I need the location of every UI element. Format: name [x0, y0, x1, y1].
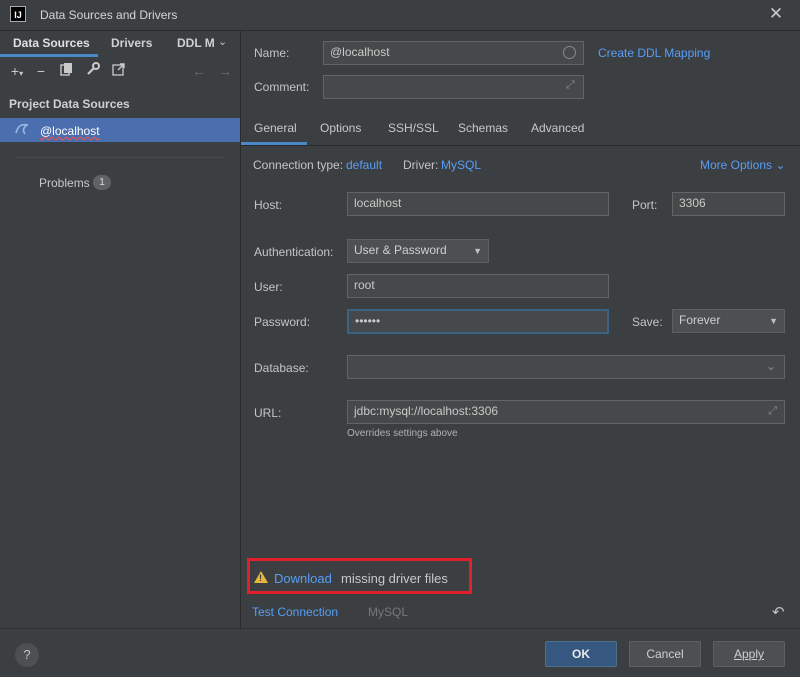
wrench-icon[interactable] [84, 62, 102, 80]
problems-count-badge: 1 [93, 175, 111, 190]
connection-type-label: Connection type: [253, 158, 344, 172]
missing-driver-text: missing driver files [341, 571, 448, 586]
expand-icon[interactable]: ⤢ [768, 405, 777, 418]
port-label: Port: [632, 198, 658, 212]
dropdown-arrow-icon: ▼ [769, 316, 778, 326]
comment-label: Comment: [254, 80, 310, 94]
app-logo-icon: IJ [10, 6, 26, 22]
comment-input[interactable] [323, 75, 584, 99]
project-data-sources-heading: Project Data Sources [9, 97, 130, 111]
warning-icon-mark: ! [259, 573, 262, 583]
data-source-label[interactable]: @localhost [40, 124, 100, 138]
create-ddl-mapping-link[interactable]: Create DDL Mapping [598, 46, 710, 60]
port-input[interactable]: 3306 [672, 192, 785, 216]
password-input[interactable]: •••••• [347, 309, 609, 334]
tabs-divider [241, 145, 800, 146]
forward-arrow-icon[interactable]: → [216, 62, 234, 80]
tab-advanced[interactable]: Advanced [531, 121, 584, 135]
url-label: URL: [254, 406, 282, 420]
chevron-down-icon[interactable]: ⌄ [218, 35, 227, 48]
active-tab-indicator [0, 54, 98, 57]
problems-item[interactable]: Problems [39, 176, 90, 190]
remove-icon[interactable]: − [32, 62, 50, 80]
tab-data-sources[interactable]: Data Sources [13, 36, 90, 56]
apply-button[interactable]: Apply [713, 641, 785, 667]
window-title: Data Sources and Drivers [40, 8, 178, 22]
duplicate-icon[interactable] [58, 62, 76, 80]
host-input[interactable]: localhost [347, 192, 609, 216]
authentication-select[interactable]: User & Password ▼ [347, 239, 489, 263]
authentication-value: User & Password [354, 243, 447, 257]
password-label: Password: [254, 315, 311, 329]
close-icon[interactable]: ✕ [766, 4, 786, 24]
color-circle-icon[interactable] [563, 46, 576, 59]
name-input[interactable]: @localhost [323, 41, 584, 65]
host-label: Host: [254, 198, 283, 212]
active-tab-indicator [241, 142, 307, 145]
chevron-down-icon: ⌄ [765, 359, 776, 373]
apply-label: Apply [733, 647, 765, 661]
data-source-item-localhost[interactable] [0, 118, 240, 142]
expand-icon[interactable]: ⤢ [566, 79, 575, 92]
save-value: Forever [679, 313, 721, 327]
dropdown-arrow-icon: ▼ [473, 246, 482, 256]
mysql-datasource-icon [14, 122, 30, 139]
name-label: Name: [254, 46, 290, 60]
url-value: jdbc:mysql://localhost:3306 [354, 404, 499, 418]
add-icon[interactable]: +▾ [8, 62, 26, 80]
test-connection-link[interactable]: Test Connection [252, 605, 338, 619]
tab-general[interactable]: General [254, 121, 297, 135]
tab-ssh-ssl[interactable]: SSH/SSL [388, 121, 439, 135]
more-options-link[interactable]: More Options ⌄ [700, 158, 785, 172]
help-button[interactable]: ? [15, 643, 39, 667]
revert-icon[interactable]: ↶ [772, 603, 785, 621]
tab-options[interactable]: Options [320, 121, 361, 135]
user-label: User: [254, 280, 283, 294]
url-input[interactable]: jdbc:mysql://localhost:3306 ⤢ [347, 400, 785, 424]
ok-button[interactable]: OK [545, 641, 617, 667]
authentication-label: Authentication: [254, 245, 334, 259]
save-label: Save: [632, 315, 663, 329]
tab-drivers[interactable]: Drivers [111, 36, 152, 56]
tab-ddl-mappings[interactable]: DDL M [177, 36, 215, 56]
back-arrow-icon[interactable]: ← [190, 62, 208, 80]
connection-type-link[interactable]: default [346, 158, 382, 172]
tab-schemas[interactable]: Schemas [458, 121, 508, 135]
database-label: Database: [254, 361, 309, 375]
cancel-button[interactable]: Cancel [629, 641, 701, 667]
overrides-note: Overrides settings above [347, 428, 458, 439]
download-driver-link[interactable]: Download [274, 571, 332, 586]
driver-label: Driver: [403, 158, 439, 172]
divider [16, 157, 224, 158]
driver-link[interactable]: MySQL [441, 158, 481, 172]
export-icon[interactable] [110, 62, 128, 80]
user-input[interactable]: root [347, 274, 609, 298]
database-select[interactable]: ⌄ [347, 355, 785, 379]
save-select[interactable]: Forever ▼ [672, 309, 785, 333]
driver-version-text: MySQL [368, 605, 409, 619]
